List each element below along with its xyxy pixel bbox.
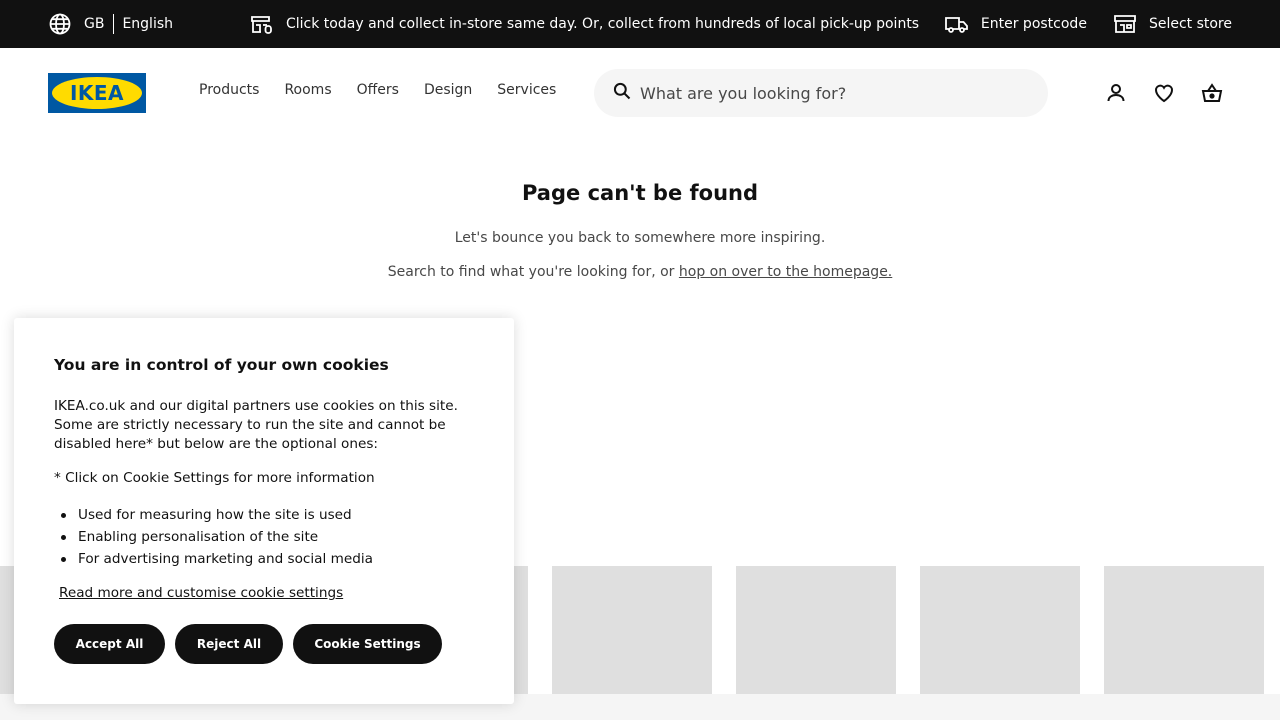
tile-placeholder bbox=[1104, 566, 1264, 694]
list-item: For advertising marketing and social med… bbox=[54, 548, 464, 570]
cookie-body: IKEA.co.uk and our digital partners use … bbox=[54, 398, 458, 452]
cookie-note: * Click on Cookie Settings for more info… bbox=[54, 470, 375, 486]
search-input[interactable] bbox=[640, 69, 1030, 117]
cookie-consent-dialog: You are in control of your own cookies I… bbox=[14, 318, 514, 704]
cookie-purpose-list: Used for measuring how the site is used … bbox=[54, 504, 464, 570]
globe-icon bbox=[48, 12, 72, 36]
cookie-read-more-link[interactable]: Read more and customise cookie settings bbox=[59, 585, 343, 601]
site-header: IKEA Products Rooms Offers Design Servic… bbox=[0, 48, 1280, 138]
postcode-label: Enter postcode bbox=[980, 16, 1087, 32]
homepage-link[interactable]: hop on over to the homepage. bbox=[679, 264, 892, 280]
nav-design[interactable]: Design bbox=[424, 82, 472, 98]
language-label[interactable]: English bbox=[122, 16, 173, 32]
user-icon[interactable] bbox=[1104, 81, 1128, 105]
list-item: Used for measuring how the site is used bbox=[54, 504, 464, 526]
promo-banner[interactable]: Click today and collect in-store same da… bbox=[250, 12, 919, 36]
list-item: Enabling personalisation of the site bbox=[54, 526, 464, 548]
country-code[interactable]: GB bbox=[84, 16, 104, 32]
page-title: Page can't be found bbox=[521, 181, 758, 205]
subtitle: Let's bounce you back to somewhere more … bbox=[454, 230, 826, 246]
nav-offers[interactable]: Offers bbox=[357, 82, 399, 98]
tile-placeholder bbox=[552, 566, 712, 694]
cookie-title: You are in control of your own cookies bbox=[54, 356, 389, 374]
heart-icon[interactable] bbox=[1152, 81, 1176, 105]
store-label: Select store bbox=[1148, 16, 1232, 32]
locale-divider bbox=[113, 14, 115, 34]
ikea-logo[interactable]: IKEA bbox=[48, 73, 146, 113]
top-utility-bar: GB English Click today and collect in-st… bbox=[0, 0, 1280, 48]
promo-text[interactable]: Click today and collect in-store same da… bbox=[286, 16, 919, 32]
help-text: Search to find what you're looking for, … bbox=[0, 264, 1280, 280]
main-nav: Products Rooms Offers Design Services bbox=[199, 82, 581, 98]
search-bar[interactable] bbox=[594, 69, 1048, 117]
search-icon[interactable] bbox=[612, 81, 632, 101]
header-actions bbox=[1080, 81, 1224, 105]
help-text-prefix: Search to find what you're looking for, … bbox=[387, 264, 679, 280]
postcode-button[interactable]: Enter postcode bbox=[945, 12, 1087, 36]
accept-all-button[interactable]: Accept All bbox=[54, 624, 165, 664]
nav-rooms[interactable]: Rooms bbox=[284, 82, 331, 98]
truck-icon bbox=[945, 12, 969, 36]
cookie-settings-button[interactable]: Cookie Settings bbox=[293, 624, 442, 664]
select-store-button[interactable]: Select store bbox=[1113, 12, 1232, 36]
store-icon bbox=[1113, 12, 1137, 36]
tile-placeholder bbox=[736, 566, 896, 694]
store-icon bbox=[250, 12, 274, 36]
logo-text: IKEA bbox=[69, 81, 125, 105]
tile-placeholder bbox=[920, 566, 1080, 694]
cookie-buttons: Accept All Reject All Cookie Settings bbox=[54, 624, 452, 664]
nav-services[interactable]: Services bbox=[497, 82, 556, 98]
basket-icon[interactable] bbox=[1200, 81, 1224, 105]
nav-products[interactable]: Products bbox=[199, 82, 259, 98]
reject-all-button[interactable]: Reject All bbox=[175, 624, 283, 664]
locale-selector[interactable]: GB English bbox=[48, 12, 173, 36]
